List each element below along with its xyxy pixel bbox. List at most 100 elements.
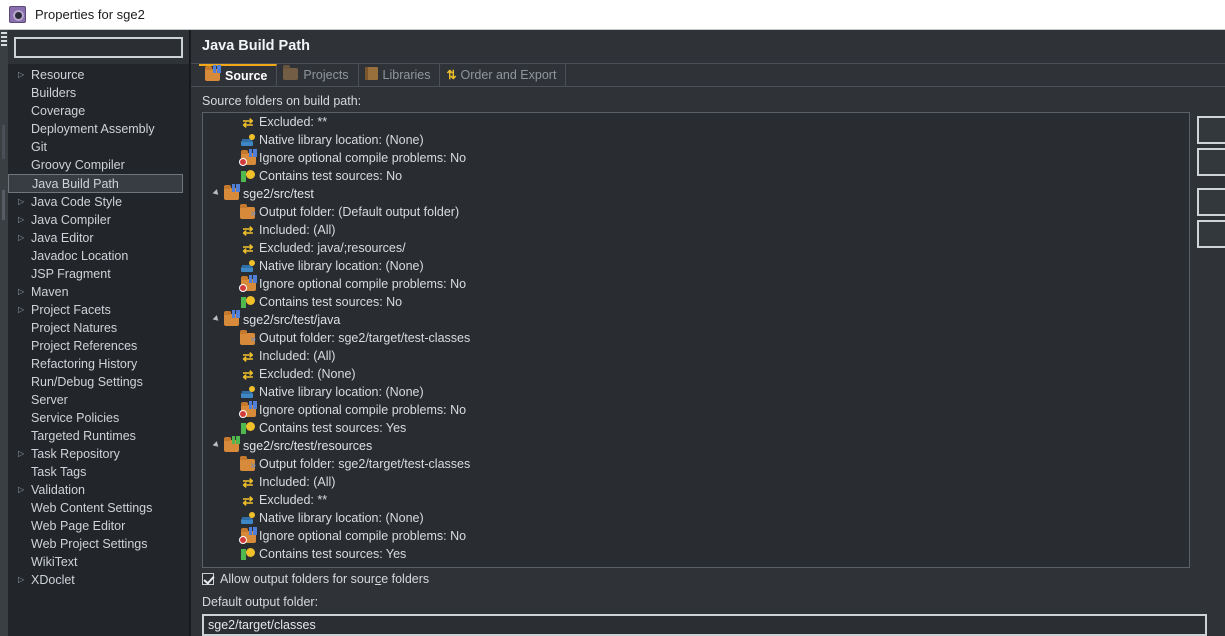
sidebar-item-project-references[interactable]: Project References <box>8 337 189 355</box>
source-folder-attribute-row[interactable]: Contains test sources: No <box>203 167 1189 185</box>
source-folders-list[interactable]: ⇄ Excluded: ** Native library location: (N… <box>202 112 1190 569</box>
allow-output-folders-checkbox[interactable] <box>202 573 214 585</box>
source-folder-attribute-row[interactable]: Ignore optional compile problems: No <box>203 148 1189 167</box>
twisty-expanded-icon[interactable] <box>209 315 223 324</box>
sidebar-item-resource[interactable]: ▷ Resource <box>8 66 189 84</box>
chevron-right-icon[interactable]: ▷ <box>18 486 31 494</box>
twisty-expanded-icon[interactable] <box>209 189 223 198</box>
sidebar-item-refactoring-history[interactable]: Refactoring History <box>8 355 189 373</box>
bottom-section: Allow output folders for source folders … <box>191 563 1225 636</box>
sidebar-item-maven[interactable]: ▷ Maven <box>8 283 189 301</box>
sidebar-item-validation[interactable]: ▷ Validation <box>8 481 189 499</box>
source-folder-attribute-row[interactable]: Native library location: (None) <box>203 131 1189 149</box>
tab-order-and-export[interactable]: ⇅ Order and Export <box>440 64 567 87</box>
sidebar-item-targeted-runtimes[interactable]: Targeted Runtimes <box>8 427 189 445</box>
preferences-tree[interactable]: ▷ Resource Builders Coverage Deployment Asse… <box>8 64 189 636</box>
source-folder-attribute-row[interactable]: Ignore optional compile problems: No <box>203 400 1189 419</box>
chevron-right-icon[interactable]: ▷ <box>18 234 31 242</box>
row-label: Ignore optional compile problems: No <box>259 529 467 544</box>
test-sources-icon <box>239 295 256 309</box>
allow-output-folders-row[interactable]: Allow output folders for source folders <box>202 570 1225 588</box>
sidebar-item-web-project-settings[interactable]: Web Project Settings <box>8 535 189 553</box>
chevron-right-icon[interactable]: ▷ <box>18 288 31 296</box>
tab-label: Libraries <box>382 68 431 83</box>
chevron-right-icon[interactable]: ▷ <box>18 216 31 224</box>
source-folder-attribute-row[interactable]: Native library location: (None) <box>203 509 1189 527</box>
chevron-right-icon[interactable]: ▷ <box>18 198 31 206</box>
sidebar-item-javadoc-location[interactable]: Javadoc Location <box>8 247 189 265</box>
sidebar-item-java-editor[interactable]: ▷ Java Editor <box>8 229 189 247</box>
properties-gear-icon <box>9 6 26 23</box>
source-folder-attribute-row[interactable]: ⇄ Excluded: (None) <box>203 365 1189 383</box>
default-output-folder-label: Default output folder: <box>202 595 319 609</box>
chevron-right-icon[interactable]: ▷ <box>18 71 31 79</box>
sidebar-item-web-page-editor[interactable]: Web Page Editor <box>8 517 189 535</box>
source-folder-row[interactable]: sge2/src/test <box>203 184 1189 203</box>
sidebar-item-label: Java Compiler <box>31 213 111 227</box>
source-folder-attribute-row[interactable]: Contains test sources: Yes <box>203 545 1189 563</box>
source-folder-attribute-row[interactable]: » Output folder: sge2/target/test-classes <box>203 455 1189 473</box>
sidebar-item-service-policies[interactable]: Service Policies <box>8 409 189 427</box>
sidebar-item-coverage[interactable]: Coverage <box>8 102 189 120</box>
tab-libraries[interactable]: Libraries <box>359 64 441 87</box>
sidebar-item-task-tags[interactable]: Task Tags <box>8 463 189 481</box>
left-edge-rail <box>0 30 8 636</box>
sidebar-item-wikitext[interactable]: WikiText <box>8 553 189 571</box>
sidebar-item-server[interactable]: Server <box>8 391 189 409</box>
test-sources-icon <box>239 421 256 435</box>
row-label: Native library location: (None) <box>259 511 424 526</box>
sidebar-item-label: Project References <box>31 339 138 353</box>
source-folder-icon <box>223 310 240 327</box>
source-folder-attribute-row[interactable]: ⇄ Excluded: ** <box>203 491 1189 509</box>
source-folder-attribute-row[interactable]: ⇄ Excluded: java/;resources/ <box>203 239 1189 257</box>
sidebar-item-java-build-path[interactable]: Java Build Path <box>8 174 183 193</box>
sidebar-item-project-facets[interactable]: ▷ Project Facets <box>8 301 189 319</box>
sidebar-item-java-compiler[interactable]: ▷ Java Compiler <box>8 211 189 229</box>
source-folder-attribute-row[interactable]: Contains test sources: No <box>203 293 1189 311</box>
filter-input[interactable] <box>14 37 183 58</box>
sidebar-item-web-content-settings[interactable]: Web Content Settings <box>8 499 189 517</box>
remove-button[interactable] <box>1197 220 1225 249</box>
chevron-right-icon[interactable]: ▷ <box>18 576 31 584</box>
sidebar-item-jsp-fragment[interactable]: JSP Fragment <box>8 265 189 283</box>
native-library-icon <box>239 134 256 147</box>
sidebar-item-builders[interactable]: Builders <box>8 84 189 102</box>
twisty-expanded-icon[interactable] <box>209 441 223 450</box>
source-folder-row[interactable]: sge2/src/test/resources <box>203 436 1189 455</box>
source-folder-attribute-row[interactable]: Ignore optional compile problems: No <box>203 526 1189 545</box>
sidebar-item-java-code-style[interactable]: ▷ Java Code Style <box>8 193 189 211</box>
sidebar-item-run-debug-settings[interactable]: Run/Debug Settings <box>8 373 189 391</box>
sidebar-item-project-natures[interactable]: Project Natures <box>8 319 189 337</box>
link-source-button[interactable] <box>1197 148 1225 177</box>
source-folder-attribute-row[interactable]: Contains test sources: Yes <box>203 419 1189 437</box>
row-label: Excluded: (None) <box>259 367 356 382</box>
row-label: Excluded: ** <box>259 115 328 130</box>
sidebar-item-task-repository[interactable]: ▷ Task Repository <box>8 445 189 463</box>
book-icon <box>364 67 378 83</box>
source-folder-attribute-row[interactable]: ⇄ Included: (All) <box>203 473 1189 491</box>
sidebar-item-groovy-compiler[interactable]: Groovy Compiler <box>8 156 189 174</box>
source-folder-attribute-row[interactable]: Ignore optional compile problems: No <box>203 274 1189 293</box>
sidebar-item-deployment-assembly[interactable]: Deployment Assembly <box>8 120 189 138</box>
tab-source[interactable]: Source <box>199 64 278 87</box>
source-folder-attribute-row[interactable]: » Output folder: (Default output folder) <box>203 203 1189 221</box>
source-folder-attribute-row[interactable]: Native library location: (None) <box>203 257 1189 275</box>
source-folder-attribute-row[interactable]: ⇄ Excluded: ** <box>203 113 1189 131</box>
source-folder-row[interactable]: sge2/src/test/java <box>203 310 1189 329</box>
source-folder-attribute-row[interactable]: Native library location: (None) <box>203 383 1189 401</box>
add-folder-button[interactable] <box>1197 116 1225 145</box>
chevron-right-icon[interactable]: ▷ <box>18 306 31 314</box>
source-folder-attribute-row[interactable]: ⇄ Included: (All) <box>203 347 1189 365</box>
source-folder-attribute-row[interactable]: » Output folder: sge2/target/test-classes <box>203 329 1189 347</box>
sidebar-item-git[interactable]: Git <box>8 138 189 156</box>
source-folder-attribute-row[interactable]: ⇄ Included: (All) <box>203 221 1189 239</box>
edit-button[interactable] <box>1197 188 1225 217</box>
default-output-folder-input[interactable] <box>202 614 1207 636</box>
row-label: Contains test sources: Yes <box>259 547 407 562</box>
sidebar-item-label: Web Page Editor <box>31 519 126 533</box>
filter-container <box>8 30 189 64</box>
tab-projects[interactable]: Projects <box>277 64 359 87</box>
rail-marker-lower <box>2 190 5 220</box>
sidebar-item-xdoclet[interactable]: ▷ XDoclet <box>8 571 189 589</box>
chevron-right-icon[interactable]: ▷ <box>18 450 31 458</box>
